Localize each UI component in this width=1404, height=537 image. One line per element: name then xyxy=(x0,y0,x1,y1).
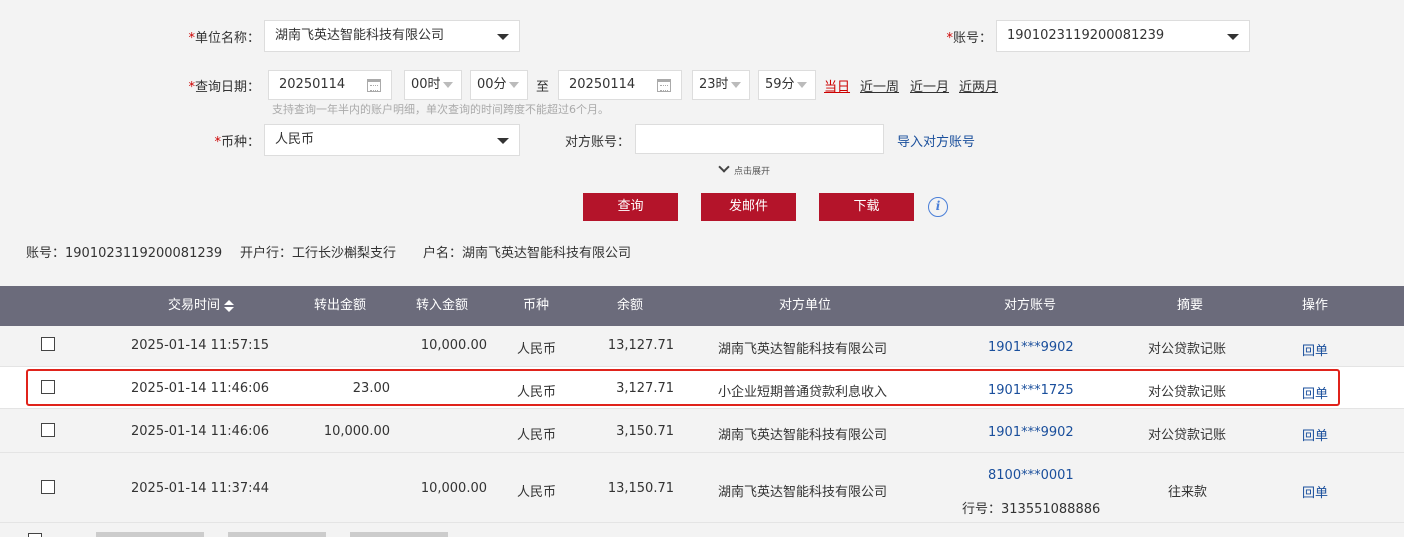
end-minute-select[interactable]: 59分 xyxy=(758,70,816,100)
calendar-icon[interactable] xyxy=(367,79,381,92)
table-row: 2025-01-14 11:37:44 10,000.00 人民币 13,150… xyxy=(0,453,1404,523)
quick-link-month[interactable]: 近一月 xyxy=(910,76,949,95)
end-hour-select[interactable]: 23时 xyxy=(692,70,750,100)
download-button[interactable]: 下载 xyxy=(819,193,914,221)
header-time[interactable]: 交易时间 xyxy=(130,286,270,326)
row-checkbox[interactable] xyxy=(41,337,55,351)
account-label: *账号： xyxy=(946,31,992,46)
row-counter-account[interactable]: 8100***0001 xyxy=(988,468,1074,483)
row-balance: 3,150.71 xyxy=(616,424,674,439)
row-receipt-link[interactable]: 回单 xyxy=(1302,425,1328,444)
table-row: 2025-01-14 11:57:15 10,000.00 人民币 13,127… xyxy=(0,326,1404,367)
header-counterparty: 对方单位 xyxy=(778,298,831,313)
chevron-down-icon xyxy=(730,81,741,88)
row-currency: 人民币 xyxy=(517,342,557,357)
footer-button[interactable] xyxy=(350,532,448,537)
row-counterparty: 湖南飞英达智能科技有限公司 xyxy=(718,342,888,357)
counter-account-input[interactable] xyxy=(635,124,884,154)
row-counter-account[interactable]: 1901***9902 xyxy=(988,425,1074,440)
start-minute-select[interactable]: 00分 xyxy=(470,70,528,100)
row-currency: 人民币 xyxy=(517,485,557,500)
account-value: 1901023119200081239 xyxy=(1007,28,1165,43)
select-all-checkbox[interactable] xyxy=(28,533,42,537)
chevron-down-icon xyxy=(497,138,509,144)
header-summary: 摘要 xyxy=(1176,298,1203,313)
row-summary: 对公贷款记账 xyxy=(1148,428,1227,443)
end-date-input[interactable]: 20250114 xyxy=(558,70,682,100)
row-time: 2025-01-14 11:37:44 xyxy=(131,481,270,496)
to-label: 至 xyxy=(536,80,550,95)
row-bank-number: 行号：313551088886 xyxy=(962,502,1101,517)
row-counterparty: 湖南飞英达智能科技有限公司 xyxy=(718,485,888,500)
footer-button[interactable] xyxy=(228,532,326,537)
row-summary: 往来款 xyxy=(1168,485,1208,500)
quick-link-week[interactable]: 近一周 xyxy=(860,76,899,95)
row-balance: 13,150.71 xyxy=(607,481,674,496)
footer-button[interactable] xyxy=(96,532,204,537)
header-balance: 余额 xyxy=(616,298,643,313)
header-currency: 币种 xyxy=(522,298,549,313)
row-receipt-link[interactable]: 回单 xyxy=(1302,340,1328,359)
row-checkbox[interactable] xyxy=(41,480,55,494)
row-currency: 人民币 xyxy=(517,428,557,443)
row-time: 2025-01-14 11:46:06 xyxy=(131,424,270,439)
start-date-input[interactable]: 20250114 xyxy=(268,70,392,100)
chevron-down-icon xyxy=(796,81,807,88)
chevron-down-icon xyxy=(442,81,453,88)
header-in-amount: 转入金额 xyxy=(415,298,468,313)
row-time: 2025-01-14 11:57:15 xyxy=(131,338,270,353)
currency-label: *币种： xyxy=(214,135,260,150)
header-out-amount: 转出金额 xyxy=(313,298,366,313)
account-number-info: 账号：1901023119200081239 xyxy=(26,246,223,261)
row-counter-account[interactable]: 1901***9902 xyxy=(988,340,1074,355)
sort-icon[interactable] xyxy=(224,299,234,312)
unit-select[interactable]: 湖南飞英达智能科技有限公司 xyxy=(264,20,520,52)
quick-link-today[interactable]: 当日 xyxy=(824,76,850,95)
counter-account-label: 对方账号： xyxy=(564,135,630,150)
table-header: 交易时间 转出金额 转入金额 币种 余额 对方单位 对方账号 摘要 操作 xyxy=(0,286,1404,326)
currency-select[interactable]: 人民币 xyxy=(264,124,520,156)
header-action: 操作 xyxy=(1301,298,1328,313)
highlight-box xyxy=(26,369,1340,406)
import-counter-account-link[interactable]: 导入对方账号 xyxy=(897,131,975,150)
holder-info: 户名：湖南飞英达智能科技有限公司 xyxy=(423,246,632,261)
row-balance: 13,127.71 xyxy=(607,338,674,353)
unit-label: *单位名称： xyxy=(188,31,260,46)
start-hour-select[interactable]: 00时 xyxy=(404,70,462,100)
unit-value: 湖南飞英达智能科技有限公司 xyxy=(275,28,445,43)
header-counter-account: 对方账号 xyxy=(1003,298,1056,313)
table-row: 2025-01-14 11:46:06 10,000.00 人民币 3,150.… xyxy=(0,409,1404,453)
chevron-down-icon xyxy=(718,161,730,173)
expand-toggle[interactable]: 点击展开 xyxy=(718,161,770,177)
row-receipt-link[interactable]: 回单 xyxy=(1302,482,1328,501)
chevron-down-icon xyxy=(497,34,509,40)
info-icon[interactable]: i xyxy=(928,197,948,217)
row-checkbox[interactable] xyxy=(41,423,55,437)
date-hint: 支持查询一年半内的账户明细，单次查询的时间跨度不能超过6个月。 xyxy=(272,103,609,116)
end-date-value: 20250114 xyxy=(569,77,636,92)
row-summary: 对公贷款记账 xyxy=(1148,342,1227,357)
currency-value: 人民币 xyxy=(275,132,315,147)
bank-info: 开户行：工行长沙槲梨支行 xyxy=(240,246,397,261)
chevron-down-icon xyxy=(1227,34,1239,40)
date-label: *查询日期： xyxy=(188,80,260,95)
chevron-down-icon xyxy=(508,81,519,88)
row-in: 10,000.00 xyxy=(420,481,487,496)
row-counterparty: 湖南飞英达智能科技有限公司 xyxy=(718,428,888,443)
start-date-value: 20250114 xyxy=(279,77,346,92)
row-out: 10,000.00 xyxy=(323,424,390,439)
send-email-button[interactable]: 发邮件 xyxy=(701,193,796,221)
calendar-icon[interactable] xyxy=(657,79,671,92)
account-select[interactable]: 1901023119200081239 xyxy=(996,20,1250,52)
quick-link-two-months[interactable]: 近两月 xyxy=(959,76,998,95)
row-in: 10,000.00 xyxy=(420,338,487,353)
query-button[interactable]: 查询 xyxy=(583,193,678,221)
